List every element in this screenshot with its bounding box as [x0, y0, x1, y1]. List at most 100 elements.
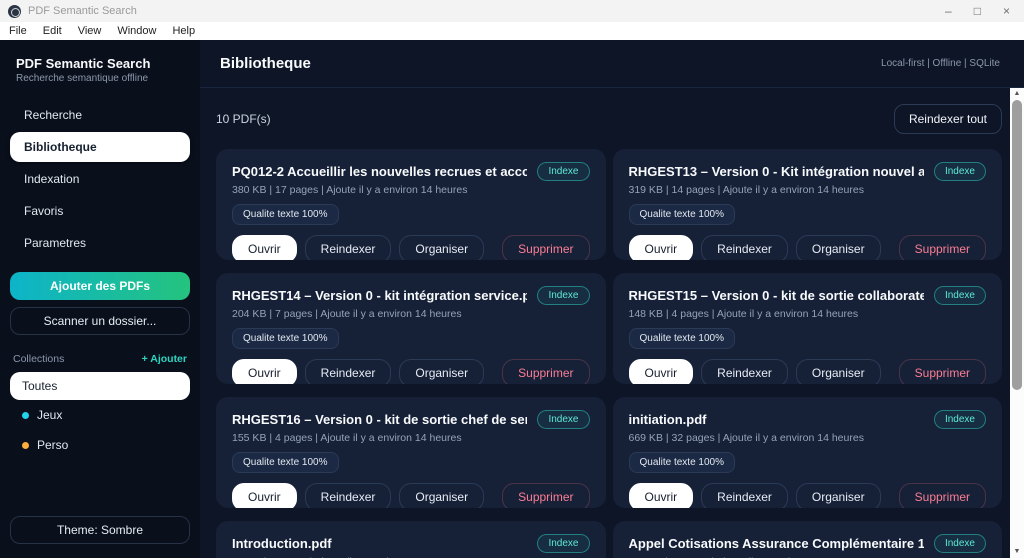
pdf-meta: 380 KB | 17 pages | Ajoute il y a enviro… — [232, 184, 590, 196]
reindex-button[interactable]: Reindexer — [701, 235, 788, 260]
sidebar-item-bibliotheque[interactable]: Bibliotheque — [10, 132, 190, 162]
sidebar-brand: PDF Semantic Search — [10, 56, 190, 71]
scan-folder-button[interactable]: Scanner un dossier... — [10, 307, 190, 335]
indexed-badge: Indexe — [537, 410, 589, 429]
delete-button[interactable]: Supprimer — [899, 483, 986, 508]
reindex-button[interactable]: Reindexer — [701, 483, 788, 508]
open-button[interactable]: Ouvrir — [629, 359, 694, 384]
collections-label: Collections — [13, 353, 64, 365]
quality-chip: Qualite texte 100% — [232, 204, 339, 225]
pdf-card: initiation.pdf Indexe 669 KB | 32 pages … — [613, 397, 1003, 508]
collection-color-dot — [22, 442, 29, 449]
organize-button[interactable]: Organiser — [399, 483, 484, 508]
organize-button[interactable]: Organiser — [399, 359, 484, 384]
window-controls: – □ × — [945, 5, 1016, 17]
indexed-badge: Indexe — [934, 286, 986, 305]
maximize-icon[interactable]: □ — [974, 5, 981, 17]
pdf-card-grid: PQ012-2 Accueillir les nouvelles recrues… — [216, 149, 1002, 558]
collection-item-perso[interactable]: Perso — [10, 430, 190, 460]
pdf-card: RHGEST16 – Version 0 - kit de sortie che… — [216, 397, 606, 508]
pdf-count: 10 PDF(s) — [216, 112, 271, 126]
quality-chip: Qualite texte 100% — [232, 452, 339, 473]
reindex-button[interactable]: Reindexer — [305, 359, 392, 384]
delete-button[interactable]: Supprimer — [502, 359, 589, 384]
minimize-icon[interactable]: – — [945, 5, 952, 17]
sidebar-item-recherche[interactable]: Recherche — [10, 100, 190, 130]
card-actions: Ouvrir Reindexer Organiser Supprimer — [232, 235, 590, 260]
pdf-title: RHGEST14 – Version 0 - kit intégration s… — [232, 288, 527, 303]
open-button[interactable]: Ouvrir — [629, 483, 694, 508]
theme-toggle-button[interactable]: Theme: Sombre — [10, 516, 190, 544]
pdf-card: RHGEST15 – Version 0 - kit de sortie col… — [613, 273, 1003, 384]
delete-button[interactable]: Supprimer — [899, 235, 986, 260]
sidebar-item-favoris[interactable]: Favoris — [10, 196, 190, 226]
open-button[interactable]: Ouvrir — [232, 483, 297, 508]
quality-chip: Qualite texte 100% — [629, 452, 736, 473]
pdf-card: Introduction.pdf Indexe 69 KB | 7 pages … — [216, 521, 606, 558]
pdf-title: RHGEST15 – Version 0 - kit de sortie col… — [629, 288, 924, 303]
delete-button[interactable]: Supprimer — [502, 483, 589, 508]
pdf-title: RHGEST16 – Version 0 - kit de sortie che… — [232, 412, 527, 427]
indexed-badge: Indexe — [934, 162, 986, 181]
menu-item-file[interactable]: File — [9, 25, 27, 37]
scrollbar-thumb[interactable] — [1012, 100, 1022, 390]
pdf-meta: 155 KB | 4 pages | Ajoute il y a environ… — [232, 432, 590, 444]
open-button[interactable]: Ouvrir — [232, 235, 297, 260]
close-icon[interactable]: × — [1003, 5, 1010, 17]
menu-item-window[interactable]: Window — [117, 25, 156, 37]
reindex-button[interactable]: Reindexer — [305, 483, 392, 508]
card-actions: Ouvrir Reindexer Organiser Supprimer — [629, 235, 987, 260]
indexed-badge: Indexe — [537, 162, 589, 181]
quality-chip: Qualite texte 100% — [629, 328, 736, 349]
menu-item-view[interactable]: View — [78, 25, 102, 37]
card-actions: Ouvrir Reindexer Organiser Supprimer — [629, 359, 987, 384]
pdf-title: RHGEST13 – Version 0 - Kit intégration n… — [629, 164, 924, 179]
main-header: Bibliotheque Local-first | Offline | SQL… — [200, 40, 1024, 88]
add-collection-link[interactable]: + Ajouter — [142, 353, 187, 365]
menu-item-help[interactable]: Help — [172, 25, 195, 37]
pdf-card: RHGEST13 – Version 0 - Kit intégration n… — [613, 149, 1003, 260]
page-title: Bibliotheque — [220, 55, 311, 72]
reindex-button[interactable]: Reindexer — [305, 235, 392, 260]
library-content: 10 PDF(s) Reindexer tout PQ012-2 Accueil… — [200, 88, 1024, 558]
menu-item-edit[interactable]: Edit — [43, 25, 62, 37]
reindex-all-button[interactable]: Reindexer tout — [894, 104, 1002, 134]
sidebar-item-parametres[interactable]: Parametres — [10, 228, 190, 258]
indexed-badge: Indexe — [537, 286, 589, 305]
collection-item-all[interactable]: Toutes — [10, 372, 190, 400]
pdf-meta: 148 KB | 4 pages | Ajoute il y a environ… — [629, 308, 987, 320]
organize-button[interactable]: Organiser — [796, 359, 881, 384]
indexed-badge: Indexe — [537, 534, 589, 553]
collection-item-jeux[interactable]: Jeux — [10, 400, 190, 430]
sidebar-item-indexation[interactable]: Indexation — [10, 164, 190, 194]
scrollbar-track[interactable] — [1010, 100, 1024, 546]
library-toolbar: 10 PDF(s) Reindexer tout — [216, 104, 1002, 134]
organize-button[interactable]: Organiser — [399, 235, 484, 260]
menubar: File Edit View Window Help — [0, 22, 1024, 40]
card-actions: Ouvrir Reindexer Organiser Supprimer — [232, 359, 590, 384]
delete-button[interactable]: Supprimer — [899, 359, 986, 384]
organize-button[interactable]: Organiser — [796, 483, 881, 508]
pdf-card: PQ012-2 Accueillir les nouvelles recrues… — [216, 149, 606, 260]
reindex-button[interactable]: Reindexer — [701, 359, 788, 384]
scroll-up-icon[interactable]: ▲ — [1014, 88, 1021, 100]
sidebar: PDF Semantic Search Recherche semantique… — [0, 40, 200, 558]
pdf-card: Appel Cotisations Assurance Complémentai… — [613, 521, 1003, 558]
pdf-title: PQ012-2 Accueillir les nouvelles recrues… — [232, 164, 527, 179]
app-icon — [8, 5, 21, 18]
quality-chip: Qualite texte 100% — [629, 204, 736, 225]
vertical-scrollbar[interactable]: ▲ ▼ — [1010, 88, 1024, 558]
collection-color-dot — [22, 412, 29, 419]
open-button[interactable]: Ouvrir — [232, 359, 297, 384]
titlebar: PDF Semantic Search – □ × — [0, 0, 1024, 22]
pdf-card: RHGEST14 – Version 0 - kit intégration s… — [216, 273, 606, 384]
collection-list: JeuxPerso — [10, 400, 190, 460]
delete-button[interactable]: Supprimer — [502, 235, 589, 260]
add-pdfs-button[interactable]: Ajouter des PDFs — [10, 272, 190, 300]
sidebar-nav: RechercheBibliothequeIndexationFavorisPa… — [10, 100, 190, 258]
organize-button[interactable]: Organiser — [796, 235, 881, 260]
quality-chip: Qualite texte 100% — [232, 328, 339, 349]
scroll-down-icon[interactable]: ▼ — [1014, 546, 1021, 558]
open-button[interactable]: Ouvrir — [629, 235, 694, 260]
pdf-meta: 204 KB | 7 pages | Ajoute il y a environ… — [232, 308, 590, 320]
